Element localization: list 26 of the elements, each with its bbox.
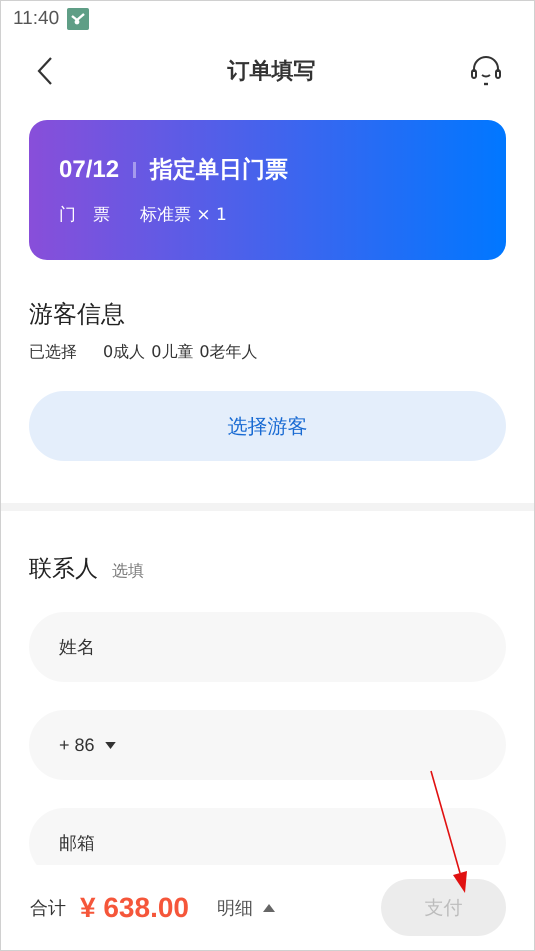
visitor-count: 0成人 [103, 342, 146, 363]
selected-label: 已选择 [29, 342, 77, 363]
visitor-count: 0儿童 [151, 342, 194, 363]
ticket-label: 门 票 [59, 204, 110, 226]
page-title: 订单填写 [228, 58, 316, 86]
ticket-date: 07/12 [59, 156, 120, 184]
section-title: 游客信息 [29, 299, 126, 330]
section-title: 联系人 [29, 555, 98, 584]
status-time: 11:40 [13, 8, 60, 30]
country-code-selector[interactable]: + 86 [59, 734, 116, 756]
input-field[interactable]: 姓名 [29, 612, 506, 682]
ticket-name: 指定单日门票 [150, 156, 288, 185]
back-icon[interactable] [37, 56, 53, 86]
total-label: 合计 [30, 896, 66, 920]
phone-field[interactable]: + 86 [29, 710, 506, 780]
visitor-count: 0老年人 [199, 342, 258, 363]
caret-icon [104, 742, 116, 748]
headset-icon[interactable] [470, 55, 502, 87]
app-notification-icon [67, 8, 90, 30]
select-visitors-button[interactable]: 选择游客 [29, 391, 506, 461]
caret-icon [263, 904, 275, 912]
ticket-type: 标准票 × 1 [140, 204, 227, 226]
detail-toggle[interactable]: 明细 [217, 896, 275, 920]
total-amount: ¥ 638.00 [80, 892, 189, 924]
optional-tag: 选填 [112, 561, 144, 582]
input-field[interactable]: 邮箱 [29, 808, 506, 865]
